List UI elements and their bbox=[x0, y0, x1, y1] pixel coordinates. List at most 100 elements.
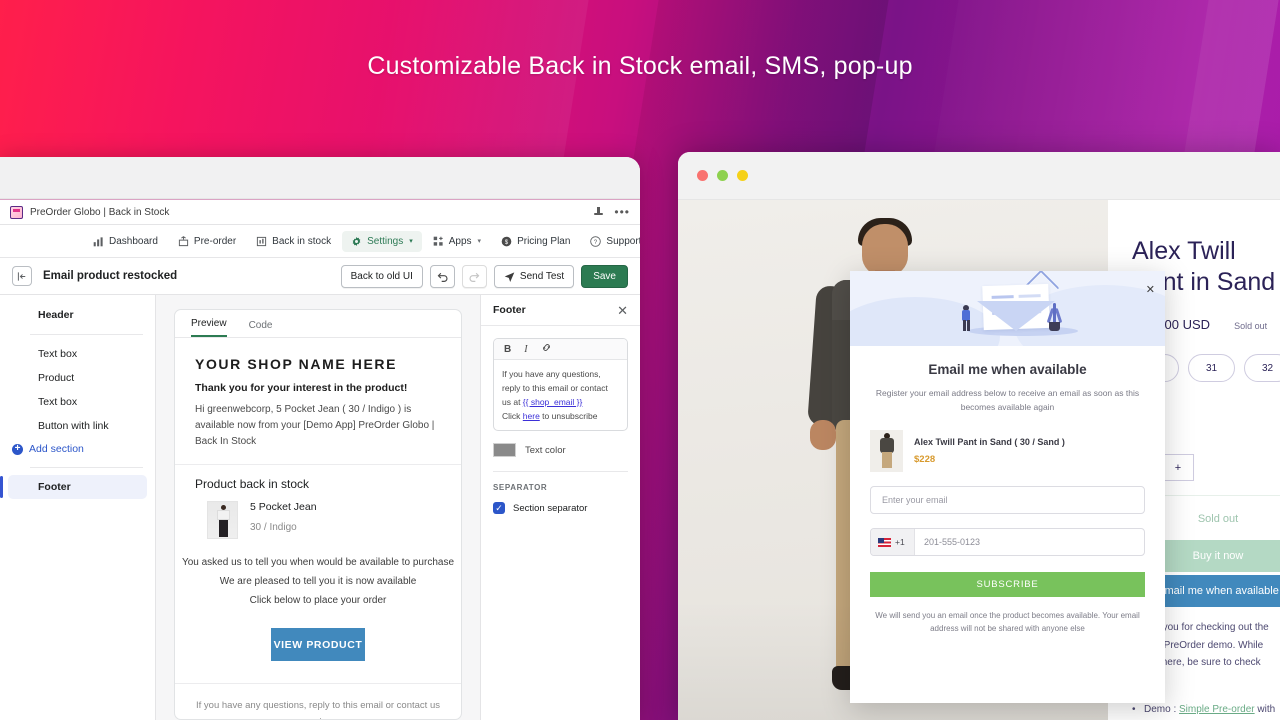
section-item-footer[interactable]: Footer bbox=[0, 475, 147, 499]
section-item-text-box-2[interactable]: Text box bbox=[8, 390, 147, 414]
preview-tabs: Preview Code bbox=[175, 310, 461, 338]
email-footer: If you have any questions, reply to this… bbox=[175, 684, 461, 719]
demo-link-simple-preorder[interactable]: Simple Pre-order bbox=[1179, 704, 1255, 715]
rte-line-3-pre: us at bbox=[502, 397, 523, 408]
rte-toolbar: B I bbox=[494, 339, 627, 360]
person-illustration bbox=[960, 305, 972, 331]
popup-phone-placeholder: 201-555-0123 bbox=[924, 537, 981, 548]
nav-label-apps: Apps bbox=[448, 235, 472, 247]
email-preview-body: YOUR SHOP NAME HERE Thank you for your i… bbox=[175, 338, 461, 719]
question-circle-icon: ? bbox=[590, 235, 602, 247]
nav-item-dashboard[interactable]: Dashboard bbox=[84, 231, 167, 252]
nav-label-support: Support bbox=[606, 235, 640, 247]
back-to-old-ui-button[interactable]: Back to old UI bbox=[340, 264, 423, 288]
rte-content[interactable]: If you have any questions, reply to this… bbox=[494, 360, 627, 430]
nav-label-pricing-plan: Pricing Plan bbox=[517, 235, 571, 247]
section-item-header[interactable]: Header bbox=[8, 303, 147, 327]
text-color-swatch[interactable] bbox=[493, 443, 516, 458]
email-line-1: You asked us to tell you when would be a… bbox=[181, 557, 455, 568]
browser-tab-title[interactable]: PreOrder Globo | Back in Stock bbox=[30, 207, 169, 218]
size-option-31[interactable]: 31 bbox=[1188, 354, 1235, 382]
phone-country-selector[interactable]: +1 bbox=[871, 529, 915, 556]
section-label: Product bbox=[38, 372, 75, 384]
pin-icon[interactable] bbox=[594, 206, 604, 218]
gear-icon bbox=[352, 236, 361, 246]
unsubscribe-token-link[interactable]: here bbox=[523, 411, 540, 421]
shop-email-token-link[interactable]: {{ shop_email }} bbox=[523, 397, 583, 407]
traffic-light-close[interactable] bbox=[697, 170, 708, 181]
section-divider bbox=[30, 334, 143, 335]
apps-grid-icon bbox=[433, 236, 443, 246]
link-icon[interactable] bbox=[541, 342, 552, 356]
text-color-row: Text color bbox=[493, 443, 628, 458]
add-section-button[interactable]: + Add section bbox=[0, 438, 155, 460]
product-thumbnail bbox=[207, 501, 238, 539]
plus-circle-icon: + bbox=[12, 443, 23, 455]
rte-line-4-post: to unsubscribe bbox=[539, 411, 598, 422]
preview-pane: Preview Code YOUR SHOP NAME HERE Thank y… bbox=[156, 295, 480, 720]
send-test-button[interactable]: Send Test bbox=[493, 264, 575, 288]
tab-preview[interactable]: Preview bbox=[191, 318, 227, 337]
back-button[interactable] bbox=[12, 266, 32, 286]
tab-code[interactable]: Code bbox=[249, 320, 273, 337]
back-in-stock-popup: ✕ Email me when available Register your … bbox=[850, 271, 1165, 703]
redo-button[interactable] bbox=[461, 264, 487, 288]
popup-email-input[interactable]: Enter your email bbox=[870, 486, 1145, 515]
settings-panel-body: B I If you have any questions, reply to … bbox=[481, 326, 640, 526]
quantity-plus-icon[interactable]: + bbox=[1175, 462, 1181, 474]
section-separator-label: Section separator bbox=[513, 502, 588, 514]
store-icon bbox=[257, 236, 267, 246]
rich-text-editor: B I If you have any questions, reply to … bbox=[493, 338, 628, 432]
popup-phone-input[interactable]: +1 201-555-0123 bbox=[870, 528, 1145, 557]
exit-arrow-icon bbox=[17, 271, 25, 281]
email-line-2: We are pleased to tell you it is now ava… bbox=[219, 576, 417, 587]
popup-title: Email me when available bbox=[928, 362, 1087, 377]
size-option-32[interactable]: 32 bbox=[1244, 354, 1280, 382]
nav-item-pricing-plan[interactable]: $ Pricing Plan bbox=[492, 231, 579, 252]
preview-card: Preview Code YOUR SHOP NAME HERE Thank y… bbox=[174, 309, 462, 720]
popup-close-icon[interactable]: ✕ bbox=[1146, 285, 1155, 296]
nav-item-support[interactable]: ? Support ▾ bbox=[581, 231, 640, 252]
email-product-name: 5 Pocket Jean bbox=[250, 501, 317, 513]
popup-body: Email me when available Register your em… bbox=[850, 346, 1165, 636]
section-item-product[interactable]: Product bbox=[8, 366, 147, 390]
section-label: Text box bbox=[38, 348, 78, 360]
add-section-label: Add section bbox=[29, 443, 84, 455]
traffic-light-maximize[interactable] bbox=[737, 170, 748, 181]
traffic-light-minimize[interactable] bbox=[717, 170, 728, 181]
popup-product-price: $228 bbox=[914, 454, 936, 466]
section-separator-checkbox[interactable]: ✓ bbox=[493, 502, 505, 515]
chain-link-icon bbox=[542, 344, 550, 351]
sections-sidebar: Header Text box Product Text box Button … bbox=[0, 295, 156, 720]
demo-link-pre: Demo : bbox=[1144, 704, 1180, 715]
email-message-lines: You asked us to tell you when would be a… bbox=[175, 553, 461, 610]
section-settings-panel: Footer ✕ B I If you have any questions, … bbox=[480, 295, 640, 720]
rte-line-1: If you have any questions, bbox=[502, 369, 601, 379]
settings-divider bbox=[493, 471, 628, 473]
popup-product-name: Alex Twill Pant in Sand ( 30 / Sand ) bbox=[914, 437, 1065, 448]
action-bar-right: Back to old UI Send Test Save bbox=[340, 264, 628, 288]
email-product-back-title: Product back in stock bbox=[195, 477, 310, 491]
nav-item-apps[interactable]: Apps ▾ bbox=[424, 231, 490, 252]
section-item-button-with-link[interactable]: Button with link bbox=[8, 414, 147, 438]
save-button[interactable]: Save bbox=[581, 264, 628, 288]
undo-button[interactable] bbox=[429, 264, 455, 288]
nav-item-back-in-stock[interactable]: Back in stock bbox=[247, 231, 340, 252]
nav-label-dashboard: Dashboard bbox=[109, 235, 158, 247]
email-greeting: Hi greenwebcorp, 5 Pocket Jean ( 30 / In… bbox=[195, 404, 435, 447]
close-icon[interactable]: ✕ bbox=[617, 304, 628, 317]
nav-item-preorder[interactable]: Pre-order bbox=[169, 231, 245, 252]
nav-item-settings[interactable]: Settings ▾ bbox=[342, 230, 422, 252]
italic-button[interactable]: I bbox=[524, 344, 527, 355]
section-label: Header bbox=[38, 309, 74, 321]
more-options-icon[interactable]: ••• bbox=[614, 206, 630, 218]
bold-button[interactable]: B bbox=[504, 344, 511, 355]
screenshot-root: Customizable Back in Stock email, SMS, p… bbox=[0, 0, 1280, 720]
send-paper-plane-icon bbox=[504, 271, 515, 282]
subscribe-button[interactable]: SUBSCRIBE bbox=[870, 572, 1145, 598]
section-item-text-box-1[interactable]: Text box bbox=[8, 342, 147, 366]
view-product-button[interactable]: VIEW PRODUCT bbox=[271, 628, 365, 661]
undo-icon bbox=[437, 272, 448, 282]
settings-panel-header: Footer ✕ bbox=[481, 295, 640, 326]
dollar-circle-icon: $ bbox=[501, 236, 512, 246]
